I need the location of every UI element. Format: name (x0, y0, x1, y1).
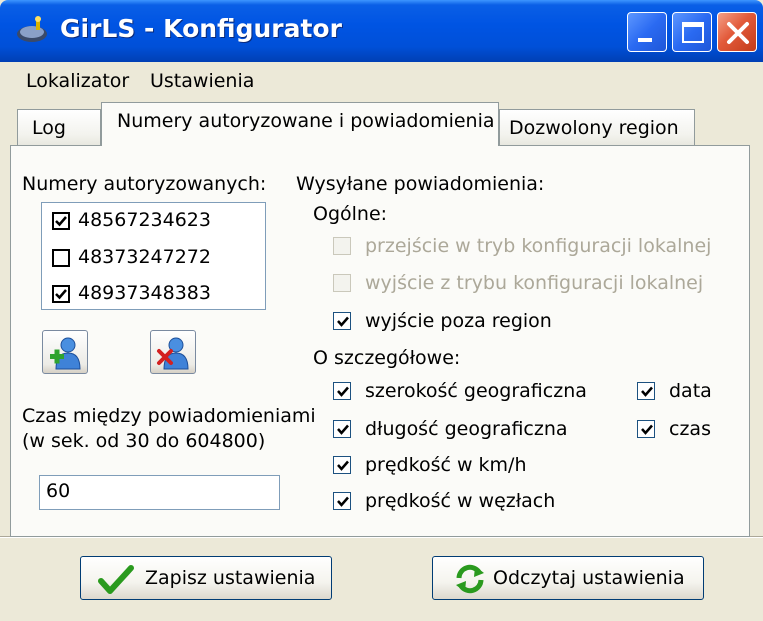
date-label: data (669, 380, 712, 402)
minimize-button[interactable] (627, 12, 667, 52)
checkbox-date[interactable] (637, 382, 655, 400)
latitude-label: szerokość geograficzna (365, 380, 587, 402)
tab-authorized-numbers[interactable]: Numery autoryzowane i powiadomienia (101, 102, 499, 146)
general-heading: Ogólne: (313, 203, 388, 225)
window-title: GirLS - Konfigurator (60, 14, 342, 43)
tab-allowed-region[interactable]: Dozwolony region (499, 109, 695, 145)
detail-heading: O szczegółowe: (313, 347, 461, 369)
app-icon (17, 16, 47, 42)
tab-allowed-region-label: Dozwolony region (509, 117, 679, 139)
notifications-heading: Wysyłane powiadomienia: (296, 173, 545, 195)
checkbox-speed-kmh[interactable] (333, 456, 351, 474)
time-label: czas (669, 418, 711, 440)
maximize-icon (682, 22, 704, 43)
add-user-icon (50, 337, 81, 370)
interval-label-line2: (w sek. od 30 do 604800) (22, 430, 266, 452)
authorized-numbers-list[interactable]: 48567234623 48373247272 48937348383 (41, 202, 266, 310)
read-settings-label: Odczytaj ustawienia (493, 567, 685, 589)
tab-log[interactable]: Log (17, 109, 101, 145)
checkbox-latitude[interactable] (333, 382, 351, 400)
remove-user-icon (157, 337, 189, 370)
interval-input[interactable]: 60 (39, 475, 280, 510)
save-settings-label: Zapisz ustawienia (145, 567, 316, 589)
interval-label-line1: Czas między powiadomieniami (22, 405, 316, 427)
menu-bar: Lokalizator Ustawienia (0, 62, 763, 98)
remove-number-button[interactable] (150, 330, 196, 374)
longitude-label: długość geograficzna (365, 418, 568, 440)
refresh-icon (456, 564, 484, 594)
region-exit-label: wyjście poza region (365, 310, 552, 332)
checkmark-icon (98, 565, 134, 594)
checkbox-checked-icon[interactable] (52, 212, 70, 230)
tab-log-label: Log (32, 117, 66, 139)
speed-kmh-label: prędkość w km/h (365, 454, 527, 476)
minimize-icon (638, 38, 652, 42)
checkbox-region-exit[interactable] (333, 312, 351, 330)
checkmark-icon (337, 496, 349, 507)
authorized-number: 48937348383 (78, 282, 211, 304)
checkbox-config-exit[interactable] (333, 274, 351, 292)
save-settings-button[interactable]: Zapisz ustawienia (80, 556, 332, 600)
close-icon (727, 22, 749, 44)
title-bar[interactable]: GirLS - Konfigurator (0, 0, 763, 62)
checkbox-unchecked-icon[interactable] (52, 249, 70, 267)
checkmark-icon (337, 386, 349, 397)
speed-knots-label: prędkość w węzłach (365, 490, 556, 512)
authorized-number: 48373247272 (78, 246, 211, 268)
authorized-heading: Numery autoryzowanych: (22, 173, 267, 195)
checkmark-icon (641, 386, 653, 397)
tab-authorized-numbers-label: Numery autoryzowane i powiadomienia (117, 110, 495, 132)
checkmark-icon (337, 424, 349, 435)
checkbox-longitude[interactable] (333, 420, 351, 438)
checkmark-icon (337, 460, 349, 471)
config-exit-label: wyjście z trybu konfiguracji lokalnej (365, 272, 704, 294)
checkbox-speed-knots[interactable] (333, 492, 351, 510)
add-number-button[interactable] (42, 330, 88, 374)
authorized-number: 48567234623 (78, 209, 211, 231)
checkmark-icon (337, 316, 349, 327)
menu-ustawienia[interactable]: Ustawienia (150, 70, 254, 92)
checkbox-config-enter[interactable] (333, 237, 351, 255)
checkmark-icon (641, 424, 653, 435)
config-enter-label: przejście w tryb konfiguracji lokalnej (365, 235, 712, 257)
maximize-button[interactable] (672, 12, 712, 52)
menu-lokalizator[interactable]: Lokalizator (26, 70, 129, 92)
read-settings-button[interactable]: Odczytaj ustawienia (432, 556, 704, 600)
checkbox-time[interactable] (637, 420, 655, 438)
close-button[interactable] (717, 12, 757, 52)
checkbox-checked-icon[interactable] (52, 285, 70, 303)
